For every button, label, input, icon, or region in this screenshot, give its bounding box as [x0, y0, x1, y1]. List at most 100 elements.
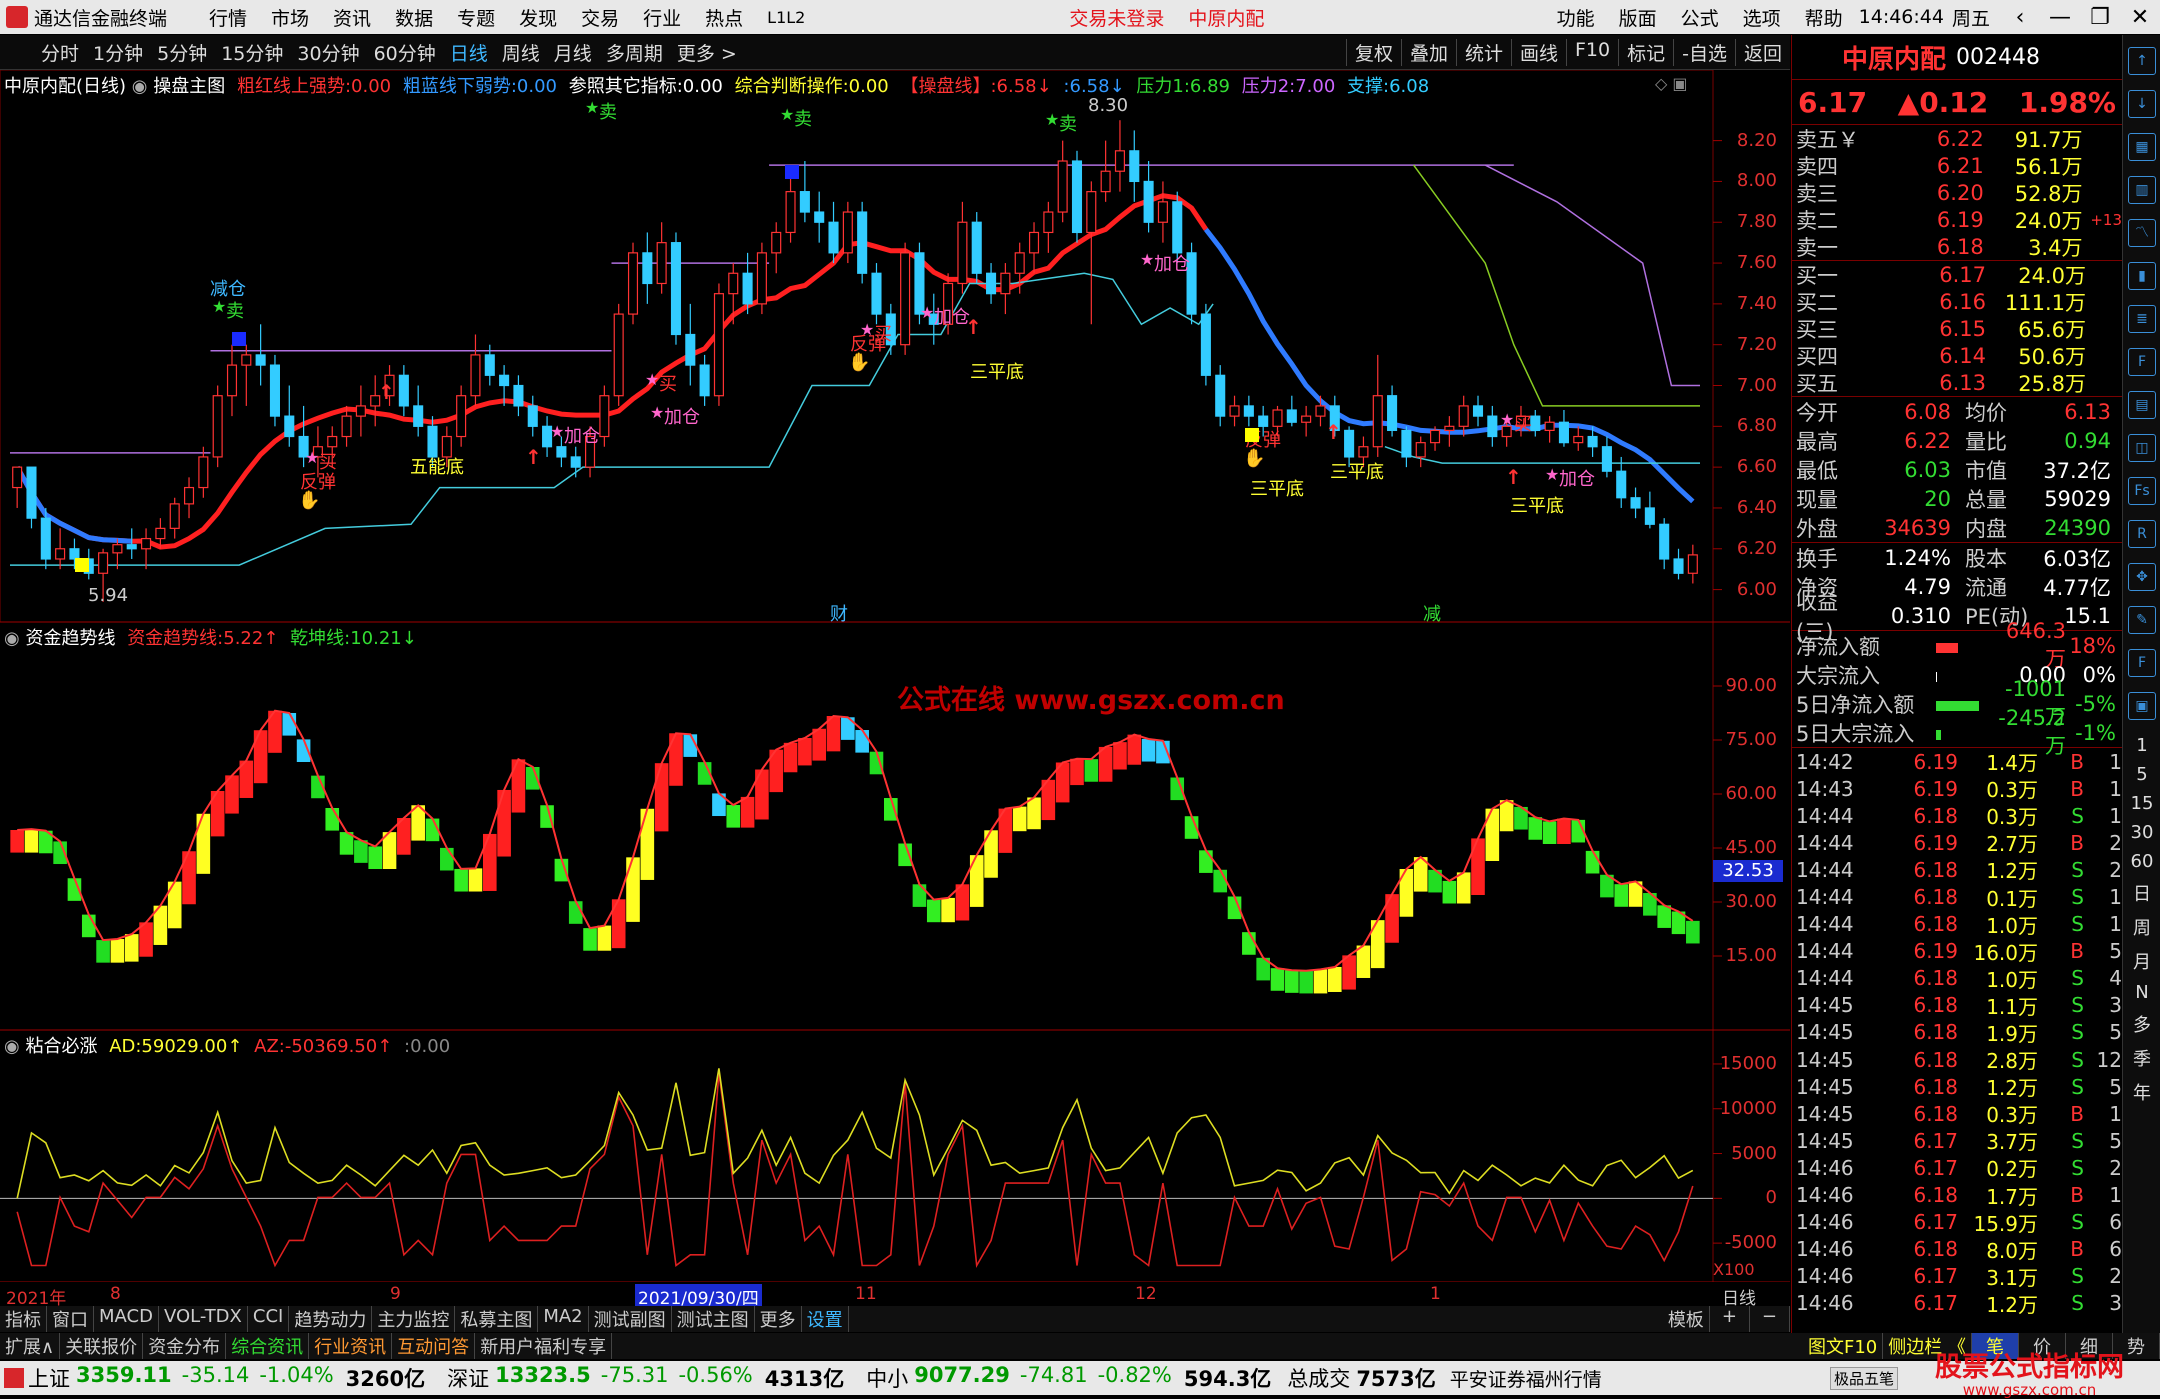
side-period-button[interactable]: 5	[2123, 764, 2160, 785]
side-period-button[interactable]: 日	[2123, 880, 2160, 906]
minimize-icon[interactable]: —	[2040, 5, 2080, 30]
index-quote[interactable]: 上证 3359.11 -35.14 -1.04% 3260亿	[28, 1363, 425, 1393]
tick-row[interactable]: 14:44 6.18 1.2万 S 2	[1792, 856, 2122, 884]
menu-item-faxian[interactable]: 发现	[507, 4, 569, 31]
tuwen-f10-tab[interactable]: 图文F10	[1803, 1333, 1884, 1359]
tick-row[interactable]: 14:44 6.18 0.1万 S 1	[1792, 883, 2122, 911]
index-quote[interactable]: 深证 13323.5 -75.31 -0.56% 4313亿	[447, 1363, 844, 1393]
tool-diejia[interactable]: 叠加	[1400, 38, 1456, 66]
chip-icon[interactable]: ◫	[2128, 434, 2156, 462]
bid-row[interactable]: 买二 6.16 111.1万	[1792, 288, 2122, 315]
menu-item-xuanxiang[interactable]: 选项	[1731, 4, 1793, 31]
sub2-settings-icon[interactable]: ◉	[4, 1036, 20, 1057]
tick-row[interactable]: 14:45 6.18 1.9万 S 5	[1792, 1019, 2122, 1046]
kline-chart-area[interactable]: 中原内配(日线) ◉ 操盘主图 粗红线上强势:0.00 粗蓝线下弱势:0.00 …	[0, 69, 1790, 1309]
info-tab[interactable]: 综合资讯	[226, 1333, 310, 1359]
period-multi[interactable]: 多周期	[599, 39, 670, 66]
tick-row[interactable]: 14:46 6.17 1.2万 S 3	[1792, 1290, 2122, 1317]
info-tab[interactable]: 新用户福利专享	[475, 1333, 613, 1359]
ask-row[interactable]: 卖四 6.21 56.1万	[1792, 152, 2122, 179]
tick-row[interactable]: 14:44 6.19 2.7万 B 2	[1792, 829, 2122, 857]
menu-item-zixun[interactable]: 资讯	[321, 4, 383, 31]
menu-item-gongneng[interactable]: 功能	[1545, 4, 1607, 31]
menu-item-gongshi[interactable]: 公式	[1669, 4, 1731, 31]
list-icon[interactable]: ≣	[2128, 305, 2156, 333]
tick-row[interactable]: 14:45 6.18 1.1万 S 3	[1792, 992, 2122, 1019]
info-tab[interactable]: 行业资讯	[309, 1333, 393, 1359]
indicator-settings-icon[interactable]: ◉	[132, 76, 148, 97]
indicator-tab[interactable]: 窗口	[47, 1306, 94, 1332]
indicator-tab[interactable]: 设置	[802, 1306, 849, 1332]
close-icon[interactable]: ✕	[2120, 5, 2160, 30]
fs-icon[interactable]: Fs	[2128, 477, 2156, 505]
period-30min[interactable]: 30分钟	[290, 39, 366, 66]
period-60min[interactable]: 60分钟	[367, 39, 443, 66]
bid-row[interactable]: 买三 6.15 65.6万	[1792, 315, 2122, 342]
indicator-tab[interactable]: 趋势动力	[289, 1306, 373, 1332]
tick-row[interactable]: 14:44 6.19 16.0万 B 5	[1792, 938, 2122, 965]
menu-item-hangye[interactable]: 行业	[631, 4, 693, 31]
period-5min[interactable]: 5分钟	[150, 39, 214, 66]
menu-item-l1l2[interactable]: L1L2	[755, 8, 817, 27]
menu-item-zhuanti[interactable]: 专题	[445, 4, 507, 31]
ask-row[interactable]: 卖五￥ 6.22 91.7万	[1792, 125, 2122, 152]
period-daily[interactable]: 日线	[443, 39, 495, 66]
fs2-icon[interactable]: F	[2128, 649, 2156, 677]
sub1-settings-icon[interactable]: ◉	[4, 628, 20, 649]
side-period-button[interactable]: 季	[2123, 1045, 2160, 1071]
tick-list[interactable]: 14:42 6.19 1.4万 B 1 14:43 6.19 0.3万 B 1 14:44 6.18 0…	[1792, 748, 2122, 1317]
line-icon[interactable]: 〽	[2128, 219, 2156, 247]
candle-icon[interactable]: ▮	[2128, 262, 2156, 290]
restore-icon[interactable]: ❐	[2080, 5, 2120, 30]
menu-item-shichang[interactable]: 市场	[259, 4, 321, 31]
arrow-down-icon[interactable]: ↓	[2128, 90, 2156, 118]
info-tab[interactable]: 扩展∧	[0, 1333, 61, 1359]
bars-icon[interactable]: ▥	[2128, 176, 2156, 204]
indicator-tab[interactable]: 测试副图	[589, 1306, 672, 1332]
tool-fanhui[interactable]: 返回	[1734, 38, 1790, 66]
bid-row[interactable]: 买四 6.14 50.6万	[1792, 342, 2122, 369]
tick-row[interactable]: 14:45 6.18 2.8万 S 12	[1792, 1046, 2122, 1074]
news-icon[interactable]: ▤	[2128, 391, 2156, 419]
tick-row[interactable]: 14:42 6.19 1.4万 B 1	[1792, 748, 2122, 776]
ask-row[interactable]: 卖三 6.20 52.8万	[1792, 179, 2122, 206]
period-15min[interactable]: 15分钟	[214, 39, 290, 66]
menu-item-bangzhu[interactable]: 帮助	[1793, 4, 1855, 31]
add-pane-button[interactable]: +	[1710, 1306, 1750, 1332]
kline-chart-svg[interactable]	[0, 69, 1790, 1290]
info-tab[interactable]: 关联报价	[60, 1333, 144, 1359]
arrow-up-icon[interactable]: ↑	[2128, 47, 2156, 75]
tool-tongji[interactable]: 统计	[1455, 38, 1511, 66]
indicator-tab[interactable]: CCI	[248, 1306, 290, 1332]
period-more[interactable]: 更多 >	[670, 39, 744, 66]
ask-row[interactable]: 卖一 6.18 3.4万	[1792, 233, 2122, 260]
tool-zixuan[interactable]: -自选	[1673, 38, 1735, 66]
tool-huaxian[interactable]: 画线	[1510, 38, 1566, 66]
side-period-button[interactable]: 15	[2123, 793, 2160, 814]
side-period-button[interactable]: 月	[2123, 948, 2160, 974]
side-period-button[interactable]: 60	[2123, 851, 2160, 872]
menu-item-jiaoyi[interactable]: 交易	[569, 4, 631, 31]
indicator-tab[interactable]: 私募主图	[455, 1306, 539, 1332]
tick-row[interactable]: 14:45 6.18 1.2万 S 5	[1792, 1073, 2122, 1101]
side-period-button[interactable]: 30	[2123, 822, 2160, 843]
tick-row[interactable]: 14:46 6.18 8.0万 B 6	[1792, 1236, 2122, 1263]
tool-f10[interactable]: F10	[1566, 38, 1618, 66]
side-period-button[interactable]: N	[2123, 982, 2160, 1003]
period-monthly[interactable]: 月线	[547, 39, 599, 66]
tool-fuquan[interactable]: 复权	[1345, 38, 1401, 66]
indicator-tab[interactable]: 主力监控	[372, 1306, 456, 1332]
ask-row[interactable]: 卖二 6.19 24.0万 +13	[1792, 206, 2122, 233]
bid-row[interactable]: 买五 6.13 25.8万	[1792, 369, 2122, 396]
indicator-tab[interactable]: 更多	[755, 1306, 802, 1332]
box-icon[interactable]: ▣	[2128, 692, 2156, 720]
back-icon[interactable]: ‹	[2000, 5, 2040, 30]
move-icon[interactable]: ✥	[2128, 563, 2156, 591]
sub2-title[interactable]: 粘合必涨	[25, 1036, 97, 1057]
menu-item-hangqing[interactable]: 行情	[197, 4, 259, 31]
side-period-button[interactable]: 多	[2123, 1011, 2160, 1037]
indicator-tab[interactable]: 指标	[0, 1306, 47, 1332]
tick-row[interactable]: 14:45 6.17 3.7万 S 5	[1792, 1127, 2122, 1155]
sub1-title[interactable]: 资金趋势线	[25, 628, 115, 649]
menu-item-redian[interactable]: 热点	[693, 4, 755, 31]
